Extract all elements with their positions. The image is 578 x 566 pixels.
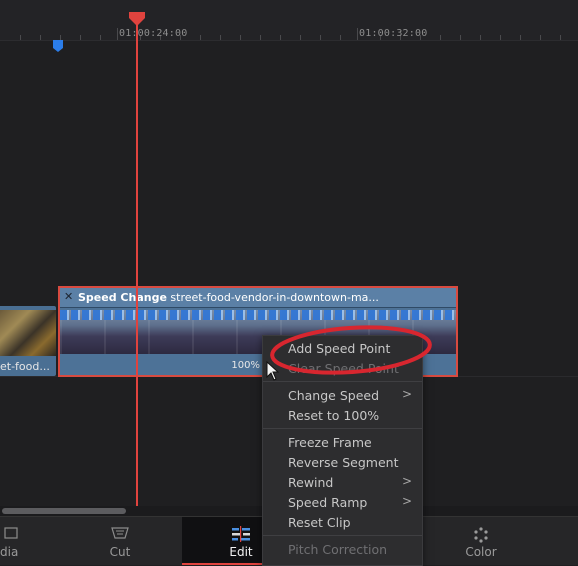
chevron-right-icon: > [401,474,412,488]
cut-icon [111,527,129,539]
speed-arrows-indicator [60,310,456,320]
chevron-right-icon: > [401,494,412,508]
clip-thumbnail [0,310,56,356]
menu-item-reset-to-100[interactable]: Reset to 100% [263,406,422,426]
close-icon[interactable]: ✕ [64,290,73,303]
menu-item-reverse-segment[interactable]: Reverse Segment [263,453,422,473]
tab-label: Color [465,545,497,559]
timeline-marker-icon[interactable] [53,40,63,52]
speed-change-label: Speed Change [78,291,167,304]
menu-item-label: Pitch Correction [288,542,388,557]
menu-item-label: Change Speed [288,388,380,403]
menu-item-change-speed[interactable]: Change Speed > [263,386,422,406]
playhead-handle-icon[interactable] [129,12,145,26]
menu-item-pitch-correction: Pitch Correction [263,540,422,560]
media-icon [4,527,18,539]
tab-color[interactable]: Color [440,517,522,565]
menu-separator [263,428,422,429]
highlight-ellipse-annotation [270,325,432,375]
scrollbar-thumb[interactable] [2,508,126,514]
clip-header: ✕ Speed Change street-food-vendor-in-dow… [60,288,456,308]
tab-label: Cut [109,545,131,559]
menu-item-label: Freeze Frame [288,435,372,450]
clip-name: et-food... [0,360,50,373]
speed-percent-label: 100% [231,360,260,371]
menu-separator [263,381,422,382]
timecode-label: 01:00:24:00 [119,28,188,39]
timeline-clip-previous[interactable]: et-food... [0,306,56,376]
menu-item-label: Reset Clip [288,515,351,530]
timecode-label: 01:00:32:00 [359,28,428,39]
menu-separator [263,535,422,536]
menu-item-rewind[interactable]: Rewind > [263,473,422,493]
timeline-ruler[interactable]: 01:00:24:00 01:00:32:00 [0,0,578,41]
edit-icon [232,526,250,542]
menu-item-freeze-frame[interactable]: Freeze Frame [263,433,422,453]
menu-item-label: Speed Ramp [288,495,368,510]
clip-name: street-food-vendor-in-downtown-ma... [170,291,379,304]
menu-item-label: Reset to 100% [288,408,380,423]
tab-cut[interactable]: Cut [80,517,160,565]
menu-item-label: Reverse Segment [288,455,399,470]
tab-media[interactable]: dia [0,517,40,565]
menu-item-speed-ramp[interactable]: Speed Ramp > [263,493,422,513]
menu-item-label: Rewind [288,475,334,490]
menu-item-reset-clip[interactable]: Reset Clip [263,513,422,533]
color-wheel-icon [474,527,488,543]
playhead-line[interactable] [136,14,138,506]
tab-label: dia [0,545,19,559]
chevron-right-icon: > [401,387,412,401]
mouse-cursor-icon [266,361,280,381]
